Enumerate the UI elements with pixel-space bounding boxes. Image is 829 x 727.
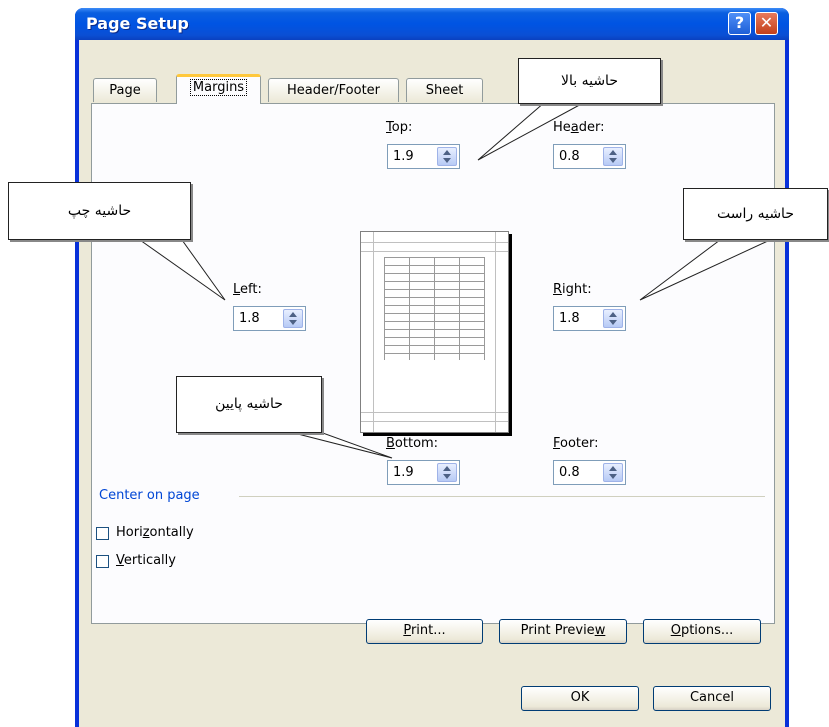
spin-arrows-icon[interactable] <box>437 147 457 166</box>
cancel-button[interactable]: Cancel <box>653 686 771 711</box>
left-label: Left: <box>233 282 262 297</box>
center-on-page-label: Center on page <box>99 488 200 503</box>
help-button[interactable]: ? <box>728 12 751 35</box>
tab-header-footer[interactable]: Header/Footer <box>268 78 399 102</box>
vertically-checkbox[interactable] <box>96 555 109 568</box>
callout-bottom-margin: حاشیه پایین <box>176 376 322 433</box>
callout-top-margin: حاشیه بالا <box>518 58 661 104</box>
spin-arrows-icon[interactable] <box>603 463 623 482</box>
ok-button[interactable]: OK <box>521 686 639 711</box>
tab-margins[interactable]: Margins <box>176 74 261 104</box>
header-label: Header: <box>553 120 605 135</box>
page-preview <box>360 231 509 433</box>
footer-spinner[interactable]: 0.8 <box>553 460 626 485</box>
footer-label: Footer: <box>553 436 599 451</box>
tab-sheet[interactable]: Sheet <box>406 78 483 102</box>
tab-page[interactable]: Page <box>93 78 157 102</box>
print-button[interactable]: Print... <box>366 619 483 644</box>
top-spinner[interactable]: 1.9 <box>387 144 460 169</box>
bottom-label: Bottom: <box>386 436 439 451</box>
callout-left-margin: حاشیه چپ <box>8 182 191 240</box>
bottom-spinner[interactable]: 1.9 <box>387 460 460 485</box>
spin-arrows-icon[interactable] <box>603 147 623 166</box>
horizontally-label[interactable]: Horizontally <box>116 525 194 540</box>
group-divider <box>239 496 765 497</box>
spin-arrows-icon[interactable] <box>283 309 303 328</box>
vertically-label[interactable]: Vertically <box>116 553 176 568</box>
title-bar[interactable]: Page Setup ? ✕ <box>75 8 789 40</box>
spin-arrows-icon[interactable] <box>603 309 623 328</box>
window-title: Page Setup <box>86 14 189 33</box>
page-setup-window: Page Setup ? ✕ Page Margins Header/Foote… <box>75 8 789 727</box>
right-spinner[interactable]: 1.8 <box>553 306 626 331</box>
options-button[interactable]: Options... <box>643 619 761 644</box>
close-button[interactable]: ✕ <box>755 12 778 35</box>
horizontally-checkbox[interactable] <box>96 527 109 540</box>
spin-arrows-icon[interactable] <box>437 463 457 482</box>
print-preview-button[interactable]: Print Preview <box>499 619 627 644</box>
header-spinner[interactable]: 0.8 <box>553 144 626 169</box>
callout-right-margin: حاشیه راست <box>683 188 828 240</box>
left-spinner[interactable]: 1.8 <box>233 306 306 331</box>
right-label: Right: <box>553 282 592 297</box>
top-label: Top: <box>386 120 413 135</box>
preview-sheet-grid <box>384 257 485 360</box>
